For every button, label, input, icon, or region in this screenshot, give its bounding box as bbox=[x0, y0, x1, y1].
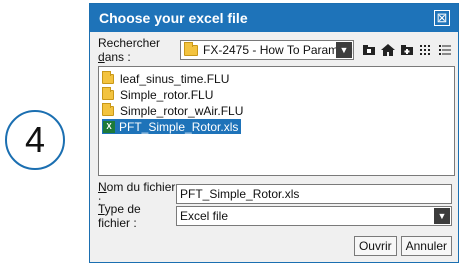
filename-row: Nom du fichier : PFT_Simple_Rotor.xls bbox=[98, 180, 452, 208]
close-button[interactable]: ⊠ bbox=[434, 10, 450, 26]
folder-icon bbox=[102, 102, 114, 116]
folder-icon bbox=[102, 70, 114, 84]
new-folder-icon[interactable] bbox=[400, 43, 414, 57]
file-chooser-dialog: Choose your excel file ⊠ Rechercher dans… bbox=[89, 3, 459, 263]
cancel-button[interactable]: Annuler bbox=[400, 236, 452, 256]
filetype-value: Excel file bbox=[180, 209, 229, 223]
list-item[interactable]: Simple_rotor_wAir.FLU bbox=[99, 102, 454, 118]
folder-icon bbox=[184, 41, 198, 56]
step-number-badge: 4 bbox=[5, 110, 65, 170]
close-icon: ⊠ bbox=[436, 10, 448, 25]
list-item-selected[interactable]: X PFT_Simple_Rotor.xls bbox=[99, 119, 454, 134]
open-button[interactable]: Ouvrir bbox=[353, 236, 397, 256]
dialog-buttons: Ouvrir Annuler bbox=[353, 236, 452, 256]
filetype-label: Type de fichier : bbox=[98, 202, 141, 230]
folder-up-icon[interactable] bbox=[362, 43, 376, 57]
look-in-combo[interactable]: FX-2475 - How To Parametrize ... ▼ bbox=[180, 40, 354, 60]
filetype-row: Type de fichier : Excel file ▼ bbox=[98, 202, 452, 230]
list-item[interactable]: Simple_rotor.FLU bbox=[99, 86, 454, 102]
look-in-value: FX-2475 - How To Parametrize ... bbox=[203, 43, 353, 57]
look-in-row: Rechercher dans : FX-2475 - How To Param… bbox=[98, 36, 452, 64]
list-item[interactable]: leaf_sinus_time.FLU bbox=[99, 70, 454, 86]
details-view-icon[interactable] bbox=[438, 43, 452, 57]
look-in-label: Rechercher dans : bbox=[98, 36, 161, 64]
filename-input[interactable]: PFT_Simple_Rotor.xls bbox=[176, 184, 452, 204]
chevron-down-icon[interactable]: ▼ bbox=[434, 208, 450, 224]
filetype-select[interactable]: Excel file ▼ bbox=[176, 206, 452, 226]
file-toolbar bbox=[362, 43, 452, 57]
file-list[interactable]: leaf_sinus_time.FLU Simple_rotor.FLU Sim… bbox=[98, 66, 455, 176]
chevron-down-icon[interactable]: ▼ bbox=[336, 42, 352, 58]
list-view-icon[interactable] bbox=[419, 43, 433, 57]
dialog-title: Choose your excel file bbox=[99, 10, 248, 26]
dialog-titlebar: Choose your excel file ⊠ bbox=[90, 4, 458, 32]
excel-file-icon: X bbox=[103, 120, 115, 133]
home-icon[interactable] bbox=[381, 43, 395, 57]
folder-icon bbox=[102, 86, 114, 100]
